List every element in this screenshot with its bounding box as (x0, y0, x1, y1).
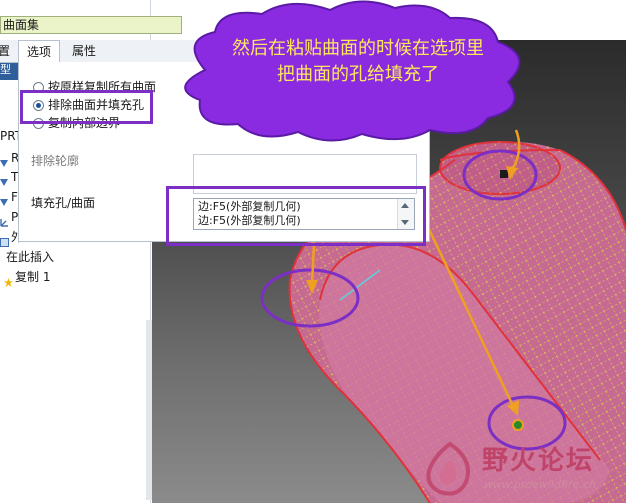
forum-watermark: 野火论坛 www.proewildfire.cn (420, 438, 626, 503)
callout-text: 然后在粘贴曲面的时候在选项里 把曲面的孔给填充了 (232, 38, 484, 85)
flame-logo-icon (426, 441, 470, 496)
watermark-title: 野火论坛 (482, 446, 595, 476)
watermark-url: www.proewildfire.cn (484, 478, 596, 491)
